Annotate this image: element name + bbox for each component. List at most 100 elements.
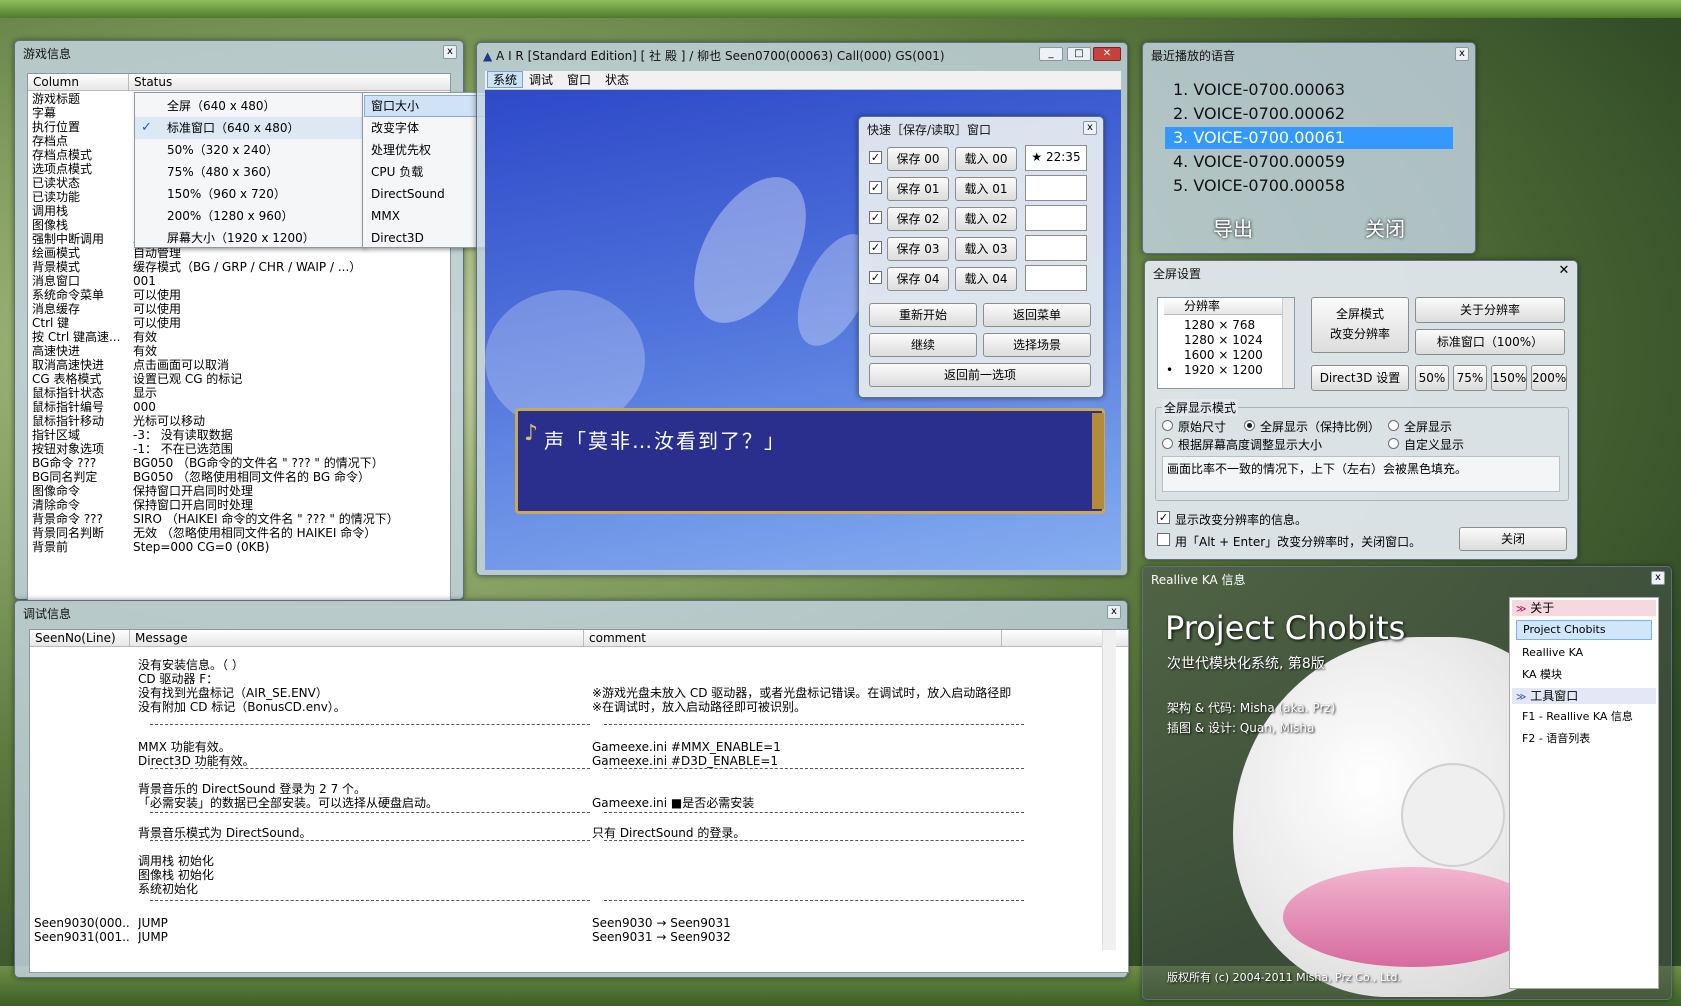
- size-menu-item[interactable]: 全屏（640 x 480）: [167, 95, 276, 117]
- resolution-scrollbar[interactable]: [1282, 298, 1294, 388]
- resolution-item[interactable]: 1920 × 1200: [1184, 363, 1263, 378]
- ka-tree[interactable]: ≫ 关于 Project Chobits Reallive KA KA 模块 ≫…: [1509, 597, 1659, 989]
- return-menu-button[interactable]: 返回菜单: [983, 303, 1091, 327]
- info-row-key: 背景命令 ???: [32, 512, 103, 526]
- close-on-alt-enter-checkbox[interactable]: [1157, 533, 1170, 546]
- save-slot-button[interactable]: 保存 02: [887, 207, 949, 231]
- debug-comment: Seen9030 → Seen9031: [592, 916, 731, 930]
- close-icon[interactable]: x: [443, 45, 457, 59]
- standard-window-button[interactable]: 标准窗口（100%）: [1415, 329, 1565, 355]
- menu-debug[interactable]: 调试: [529, 71, 553, 89]
- comment-header[interactable]: comment: [584, 630, 1002, 647]
- voice-item[interactable]: 1. VOICE-0700.00063: [1165, 79, 1453, 101]
- slot-checkbox[interactable]: ✓: [869, 211, 882, 224]
- scale-200-button[interactable]: 200%: [1531, 365, 1567, 391]
- size-menu-item[interactable]: 屏幕大小（1920 x 1200）: [167, 227, 315, 249]
- tree-item-project-chobits[interactable]: Project Chobits: [1516, 620, 1652, 640]
- fullscreen-close-button[interactable]: 关闭: [1459, 527, 1567, 551]
- tree-item-reallive-ka[interactable]: Reallive KA: [1522, 644, 1583, 662]
- voice-item[interactable]: 5. VOICE-0700.00058: [1165, 175, 1453, 197]
- size-menu-item[interactable]: 200%（1280 x 960）: [167, 205, 293, 227]
- radio-full[interactable]: [1388, 420, 1399, 431]
- close-icon[interactable]: ✕: [1557, 264, 1571, 279]
- voice-item[interactable]: 4. VOICE-0700.00059: [1165, 151, 1453, 173]
- slot-checkbox[interactable]: ✓: [869, 151, 882, 164]
- close-icon[interactable]: x: [1455, 47, 1469, 61]
- close-icon[interactable]: x: [1083, 121, 1097, 135]
- resolution-item[interactable]: 1280 × 768: [1184, 318, 1255, 333]
- restart-button[interactable]: 重新开始: [869, 303, 977, 327]
- save-slot-button[interactable]: 保存 03: [887, 237, 949, 261]
- size-menu-item[interactable]: 标准窗口（640 x 480）: [167, 117, 300, 139]
- credit-architecture: 架构 & 代码: Misha (aka. Prz): [1167, 701, 1336, 715]
- load-slot-button[interactable]: 载入 02: [955, 207, 1017, 231]
- fullscreen-mode-button[interactable]: 全屏模式 改变分辨率: [1311, 297, 1409, 353]
- system-menu-item[interactable]: CPU 负载: [371, 161, 423, 183]
- load-slot-button[interactable]: 载入 00: [955, 147, 1017, 171]
- tree-item-ka-module[interactable]: KA 模块: [1522, 666, 1562, 684]
- size-menu-item[interactable]: 150%（960 x 720）: [167, 183, 286, 205]
- size-menu-item[interactable]: 50%（320 x 240）: [167, 139, 278, 161]
- slot-checkbox[interactable]: ✓: [869, 241, 882, 254]
- direct3d-settings-button[interactable]: Direct3D 设置: [1311, 365, 1409, 391]
- radio-custom[interactable]: [1388, 438, 1399, 449]
- window-size-menu: 全屏（640 x 480） ✓ 标准窗口（640 x 480） 50%（320 x 2…: [134, 92, 364, 248]
- close-icon[interactable]: ✕: [1093, 47, 1121, 61]
- show-res-info-checkbox[interactable]: ✓: [1157, 511, 1170, 524]
- tree-item-f2[interactable]: F2 - 语音列表: [1522, 730, 1590, 748]
- maximize-icon[interactable]: □: [1067, 47, 1091, 61]
- slot-checkbox[interactable]: ✓: [869, 271, 882, 284]
- back-choice-button[interactable]: 返回前一选项: [869, 363, 1091, 387]
- close-icon[interactable]: x: [1107, 605, 1121, 619]
- system-menu-item[interactable]: 处理优先权: [371, 139, 431, 161]
- scale-75-button[interactable]: 75%: [1453, 365, 1487, 391]
- system-menu-item[interactable]: 窗口大小: [371, 95, 419, 117]
- system-menu-item[interactable]: DirectSound: [371, 183, 445, 205]
- resolution-list[interactable]: 分辨率 1280 × 768 1280 × 1024 1600 × 1200 1920…: [1157, 297, 1295, 389]
- select-scene-button[interactable]: 选择场景: [983, 333, 1091, 357]
- message-header[interactable]: Message: [130, 630, 584, 647]
- load-slot-button[interactable]: 载入 01: [955, 177, 1017, 201]
- seenno-header[interactable]: SeenNo(Line): [30, 630, 130, 647]
- size-menu-item[interactable]: 75%（480 x 360）: [167, 161, 278, 183]
- voice-item[interactable]: 2. VOICE-0700.00062: [1165, 103, 1453, 125]
- radio-custom-label: 自定义显示: [1404, 438, 1465, 452]
- radio-keep-ratio[interactable]: [1244, 420, 1255, 431]
- dialog-scrollbar[interactable]: [1092, 413, 1104, 509]
- menu-window[interactable]: 窗口: [567, 71, 591, 89]
- menu-status[interactable]: 状态: [605, 71, 629, 89]
- continue-button[interactable]: 继续: [869, 333, 977, 357]
- system-menu-item[interactable]: 改变字体: [371, 117, 419, 139]
- radio-fit-height[interactable]: [1162, 438, 1173, 449]
- voice-item[interactable]: 3. VOICE-0700.00061: [1165, 127, 1453, 149]
- scale-150-button[interactable]: 150%: [1491, 365, 1527, 391]
- minimize-icon[interactable]: _: [1039, 47, 1063, 61]
- system-menu-item[interactable]: Direct3D: [371, 227, 424, 249]
- resolution-item[interactable]: 1280 × 1024: [1184, 333, 1263, 348]
- voice-close-button[interactable]: 关闭: [1365, 213, 1405, 242]
- save-slot-button[interactable]: 保存 04: [887, 267, 949, 291]
- slot-checkbox[interactable]: ✓: [869, 181, 882, 194]
- menu-system[interactable]: 系统: [487, 71, 524, 88]
- about-resolution-button[interactable]: 关于分辨率: [1415, 297, 1565, 323]
- load-slot-button[interactable]: 载入 03: [955, 237, 1017, 261]
- column-header[interactable]: Column: [28, 74, 129, 91]
- debug-list[interactable]: SeenNo(Line) Message comment 没有安装信息。（ ） C…: [29, 629, 1129, 973]
- status-header[interactable]: Status: [129, 74, 450, 91]
- save-slot-button[interactable]: 保存 00: [887, 147, 949, 171]
- resolution-item[interactable]: 1600 × 1200: [1184, 348, 1263, 363]
- tree-group-about[interactable]: ≫ 关于: [1512, 600, 1656, 616]
- close-icon[interactable]: x: [1651, 571, 1665, 585]
- export-button[interactable]: 导出: [1213, 213, 1253, 242]
- resolution-header[interactable]: 分辨率: [1164, 298, 1286, 315]
- radio-original[interactable]: [1162, 420, 1173, 431]
- scale-50-button[interactable]: 50%: [1415, 365, 1449, 391]
- system-menu-item[interactable]: MMX: [371, 205, 400, 227]
- load-slot-button[interactable]: 载入 04: [955, 267, 1017, 291]
- tree-group-tools[interactable]: ≫ 工具窗口: [1512, 688, 1656, 704]
- debug-scrollbar[interactable]: [1102, 630, 1116, 950]
- info-row-value: 可以使用: [133, 302, 182, 316]
- dialog-box[interactable]: ♪ 声「莫非…汝看到了？」: [515, 408, 1105, 514]
- tree-item-f1[interactable]: F1 - Reallive KA 信息: [1522, 708, 1633, 726]
- save-slot-button[interactable]: 保存 01: [887, 177, 949, 201]
